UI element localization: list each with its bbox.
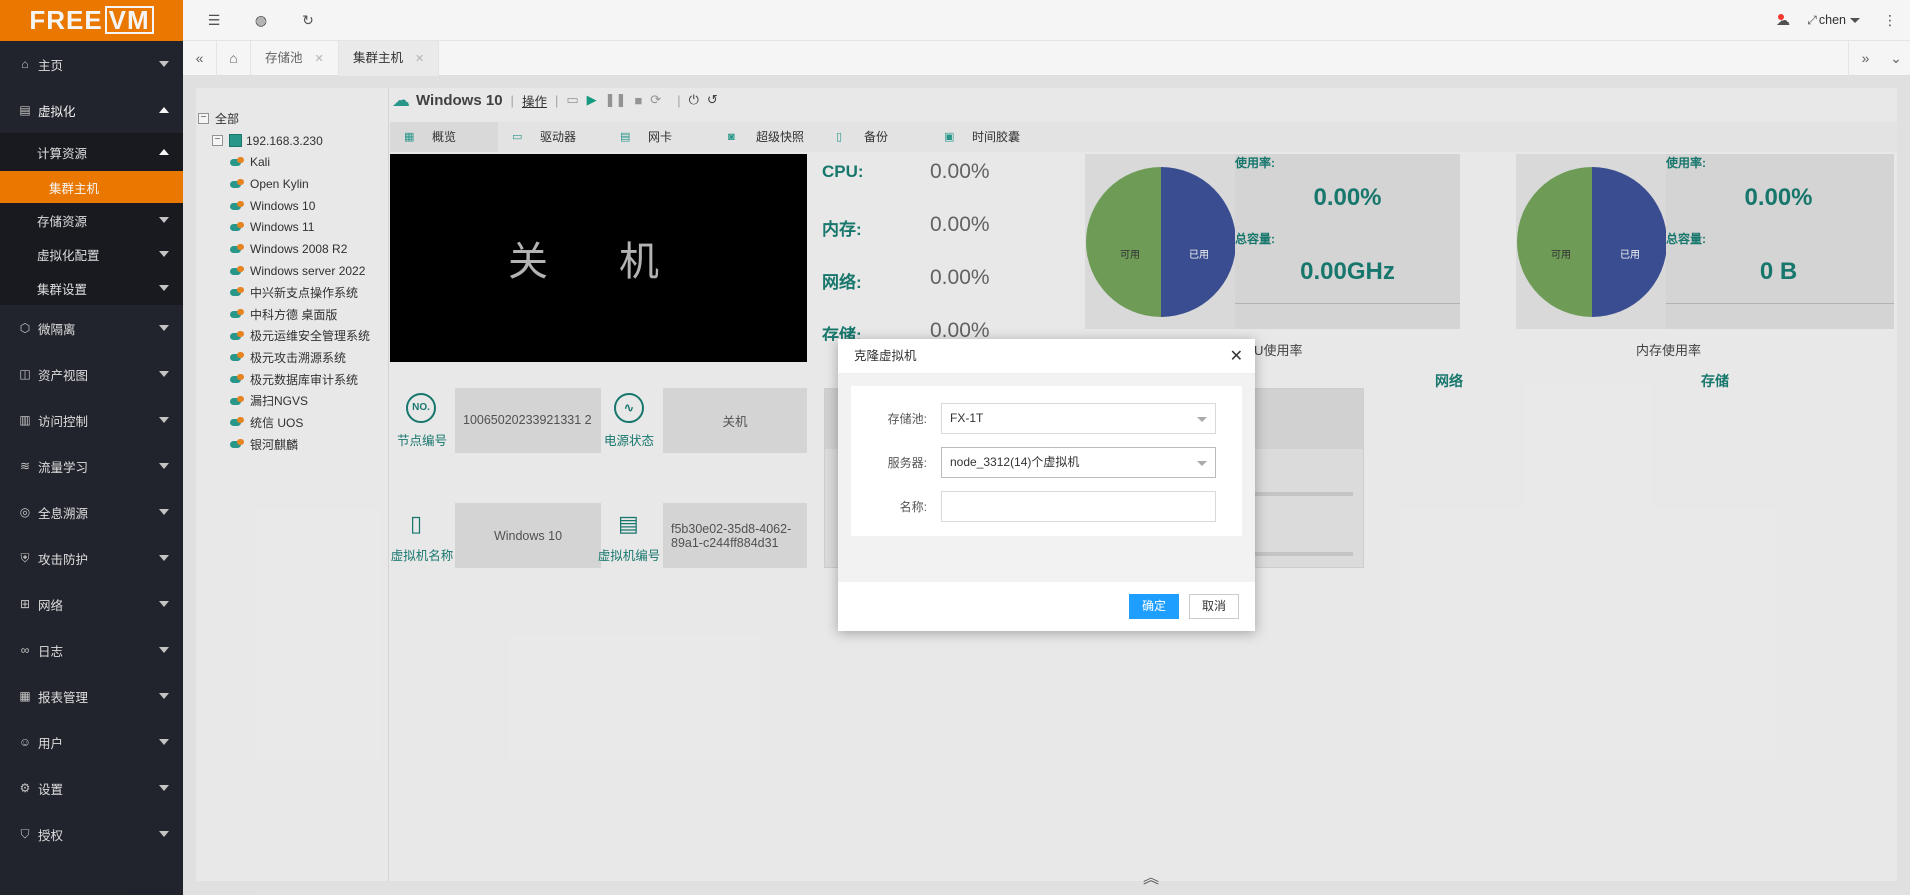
- name-row: 名称:: [851, 484, 1242, 528]
- cancel-button[interactable]: 取消: [1188, 594, 1239, 619]
- dialog-title: 克隆虚拟机: [854, 349, 917, 363]
- clone-vm-dialog: 克隆虚拟机 ✕ 存储池: FX-1T 服务器: node_3312(14)个虚拟…: [838, 339, 1255, 631]
- confirm-button[interactable]: 确定: [1128, 594, 1179, 619]
- server-row: 服务器: node_3312(14)个虚拟机: [851, 440, 1242, 484]
- dialog-footer: 确定 取消: [838, 582, 1255, 630]
- chevron-down-icon: [1197, 416, 1207, 422]
- name-input[interactable]: [941, 490, 1216, 522]
- storage-pool-label: 存储池:: [887, 411, 927, 426]
- storage-pool-value: FX-1T: [950, 410, 984, 425]
- name-label: 名称:: [899, 499, 927, 514]
- dialog-title-bar: 克隆虚拟机 ✕: [838, 339, 1255, 374]
- chevron-down-icon: [1197, 460, 1207, 466]
- close-icon[interactable]: ✕: [1230, 339, 1243, 374]
- storage-pool-select[interactable]: FX-1T: [941, 402, 1216, 434]
- server-select[interactable]: node_3312(14)个虚拟机: [941, 446, 1216, 478]
- dialog-body: 存储池: FX-1T 服务器: node_3312(14)个虚拟机 名称:: [838, 374, 1255, 582]
- storage-pool-row: 存储池: FX-1T: [851, 396, 1242, 440]
- clone-form: 存储池: FX-1T 服务器: node_3312(14)个虚拟机 名称:: [851, 386, 1242, 536]
- server-label: 服务器:: [887, 455, 927, 470]
- server-value: node_3312(14)个虚拟机: [950, 454, 1080, 469]
